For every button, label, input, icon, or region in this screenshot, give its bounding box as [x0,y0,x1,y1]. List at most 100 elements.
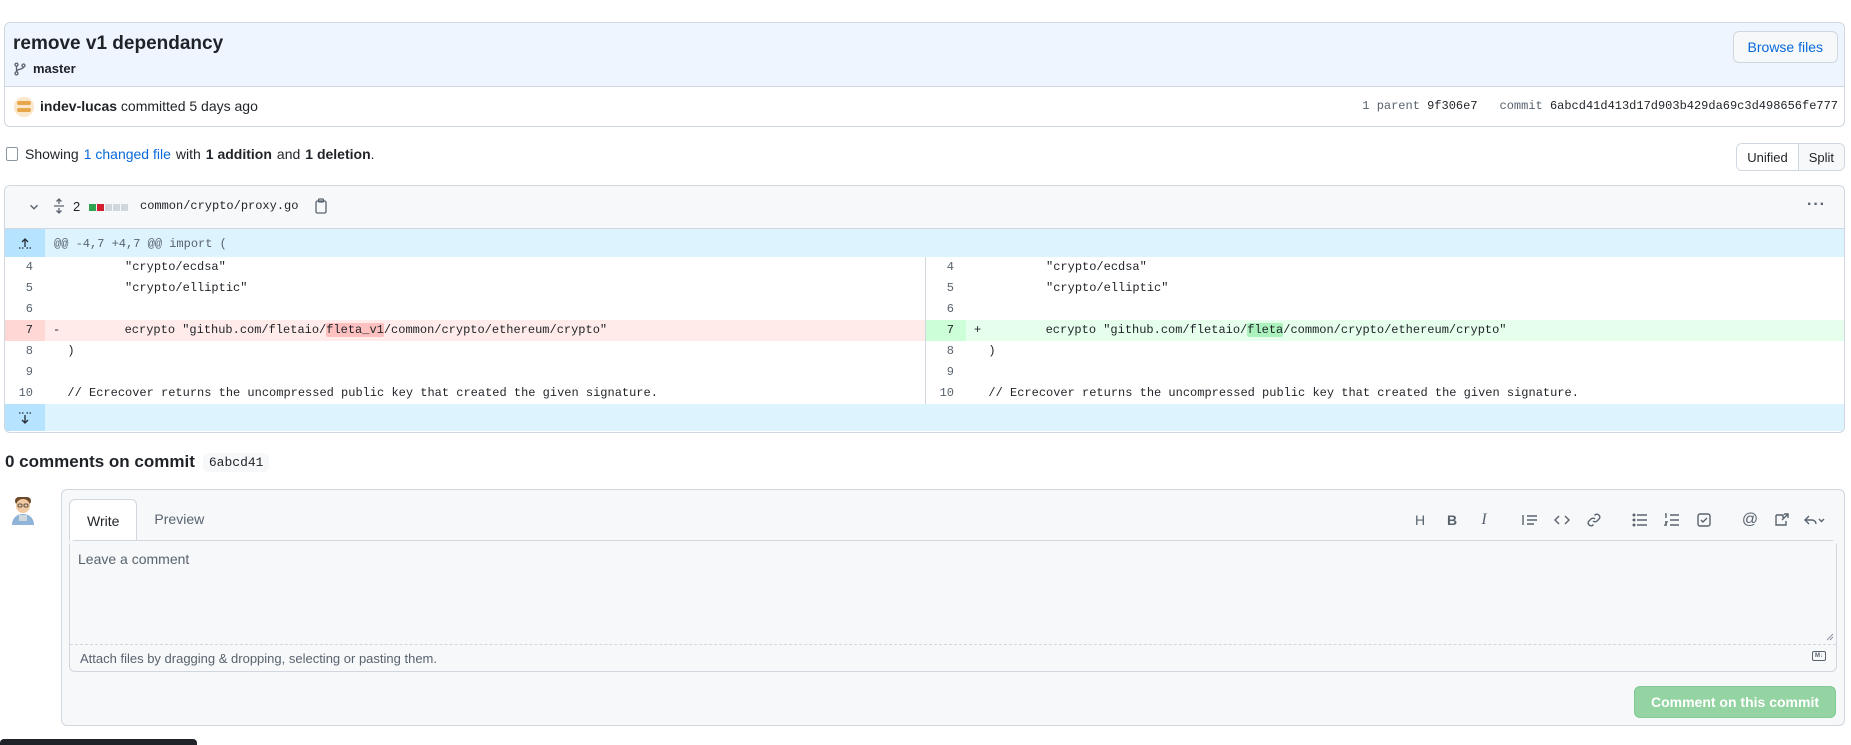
committed-time: committed 5 days ago [120,98,258,114]
code-text: // Ecrecover returns the uncompressed pu… [988,386,1579,400]
code-line: ) [966,341,1844,362]
deletions-count: 1 deletion [305,146,371,162]
file-path[interactable]: common/crypto/proxy.go [140,199,298,213]
file-diff-icon [6,147,18,161]
diff-marker: + [974,323,982,337]
author-line: indev-lucas committed 5 days ago [40,98,258,114]
file-diff-header: 2 common/crypto/proxy.go ··· [5,186,1844,229]
bold-icon[interactable]: B [1436,508,1468,532]
code-text: /common/crypto/ethereum/crypto" [1283,323,1507,337]
comment-textarea[interactable] [70,541,1836,645]
line-number[interactable]: 5 [926,278,966,299]
copy-icon[interactable] [314,198,328,214]
right-line: 6 [925,299,1844,320]
branch-label[interactable]: master [13,61,76,76]
link-icon[interactable] [1578,508,1610,532]
markdown-icon[interactable]: M↓ [1812,651,1826,661]
line-number[interactable]: 5 [5,278,45,299]
line-number[interactable]: 8 [926,341,966,362]
line-number[interactable]: 4 [926,257,966,278]
task-list-icon[interactable] [1688,508,1720,532]
browse-files-button[interactable]: Browse files [1732,31,1838,63]
diffstat-bar [89,204,128,211]
additions-count: 1 addition [205,146,272,162]
current-user-avatar[interactable] [10,495,36,525]
code-line: ) [45,341,925,362]
line-number[interactable]: 6 [926,299,966,320]
unified-toggle[interactable]: Unified [1737,144,1798,170]
diff-line-count: 2 [73,199,81,214]
ordered-list-icon[interactable] [1656,508,1688,532]
comment-submit-button[interactable]: Comment on this commit [1633,686,1836,718]
mention-icon[interactable]: @ [1734,508,1766,532]
author-name[interactable]: indev-lucas [40,98,117,114]
right-line: 7 + ecrypto "github.com/fletaio/fleta/com… [925,320,1844,341]
summary-with: with [175,146,201,162]
diffstat-neutral [105,204,112,211]
line-number[interactable]: 8 [5,341,45,362]
unordered-list-icon[interactable] [1624,508,1656,532]
cross-reference-icon[interactable] [1766,508,1798,532]
diffstat-neutral [113,204,120,211]
expand-up-icon[interactable] [5,229,45,257]
diffstat-del [97,204,104,211]
right-line: 4 "crypto/ecdsa" [925,257,1844,278]
code-text: "crypto/ecdsa" [988,260,1147,274]
status-bar [0,739,197,745]
commit-label: commit [1499,99,1543,113]
resize-handle-icon[interactable] [1826,633,1834,641]
code-text: ecrypto "github.com/fletaio/ [67,323,327,337]
diffstat-add [89,204,96,211]
split-toggle[interactable]: Split [1797,144,1844,170]
left-line: 6 [5,299,925,320]
diff-row: 8 ) 8 ) [5,341,1844,362]
expand-all-icon[interactable] [53,198,65,214]
line-number[interactable]: 6 [5,299,45,320]
commit-header: remove v1 dependancy master Browse files… [4,22,1845,127]
code-line: "crypto/elliptic" [966,278,1844,299]
editor-tabs: Write Preview [69,499,221,541]
commit-title-area: remove v1 dependancy master Browse files [5,23,1844,87]
summary-period: . [370,146,375,162]
changed-files-link[interactable]: 1 changed file [84,146,171,162]
summary-and: and [276,146,301,162]
code-text: ) [988,344,996,358]
tab-write[interactable]: Write [69,499,138,541]
line-number[interactable]: 10 [926,383,966,404]
chevron-down-icon[interactable] [27,200,41,214]
code-text: // Ecrecover returns the uncompressed pu… [67,386,658,400]
tab-preview[interactable]: Preview [137,499,221,539]
parent-label: 1 parent [1362,99,1420,113]
avatar-image-icon [14,97,34,117]
saved-replies-icon[interactable] [1798,508,1830,532]
author-avatar[interactable] [14,97,34,117]
code-icon[interactable] [1546,508,1578,532]
line-number[interactable]: 9 [926,362,966,383]
line-number[interactable]: 4 [5,257,45,278]
left-line: 4 "crypto/ecdsa" [5,257,925,278]
line-number[interactable]: 10 [5,383,45,404]
commit-info: commit 6abcd41d413d17d903b429da69c3d4986… [1500,99,1838,113]
parent-sha-link[interactable]: 9f306e7 [1427,99,1477,113]
expand-down-icon[interactable] [5,404,45,431]
markdown-toolbar: H B I @ [1404,508,1830,532]
changed-word: fleta [1247,323,1284,337]
file-diff: 2 common/crypto/proxy.go ··· @@ -4,7 +4,… [4,185,1845,433]
code-text: /common/crypto/ethereum/crypto" [383,323,608,337]
quote-icon[interactable] [1514,508,1546,532]
commit-ids: 1 parent 9f306e7 commit 6abcd41d413d17d9… [1362,99,1838,113]
line-number[interactable]: 9 [5,362,45,383]
attach-files-hint[interactable]: Attach files by dragging & dropping, sel… [80,651,437,666]
changed-word: fleta_v1 [326,323,384,337]
parent-info: 1 parent 9f306e7 [1362,99,1477,113]
code-text: "crypto/ecdsa" [67,260,226,274]
italic-icon[interactable]: I [1468,508,1500,532]
line-number[interactable]: 7 [926,320,966,341]
heading-icon[interactable]: H [1404,508,1436,532]
diffstat-neutral [121,204,128,211]
more-options-icon[interactable]: ··· [1807,196,1826,214]
git-branch-icon [14,61,26,76]
line-number[interactable]: 7 [5,320,45,341]
